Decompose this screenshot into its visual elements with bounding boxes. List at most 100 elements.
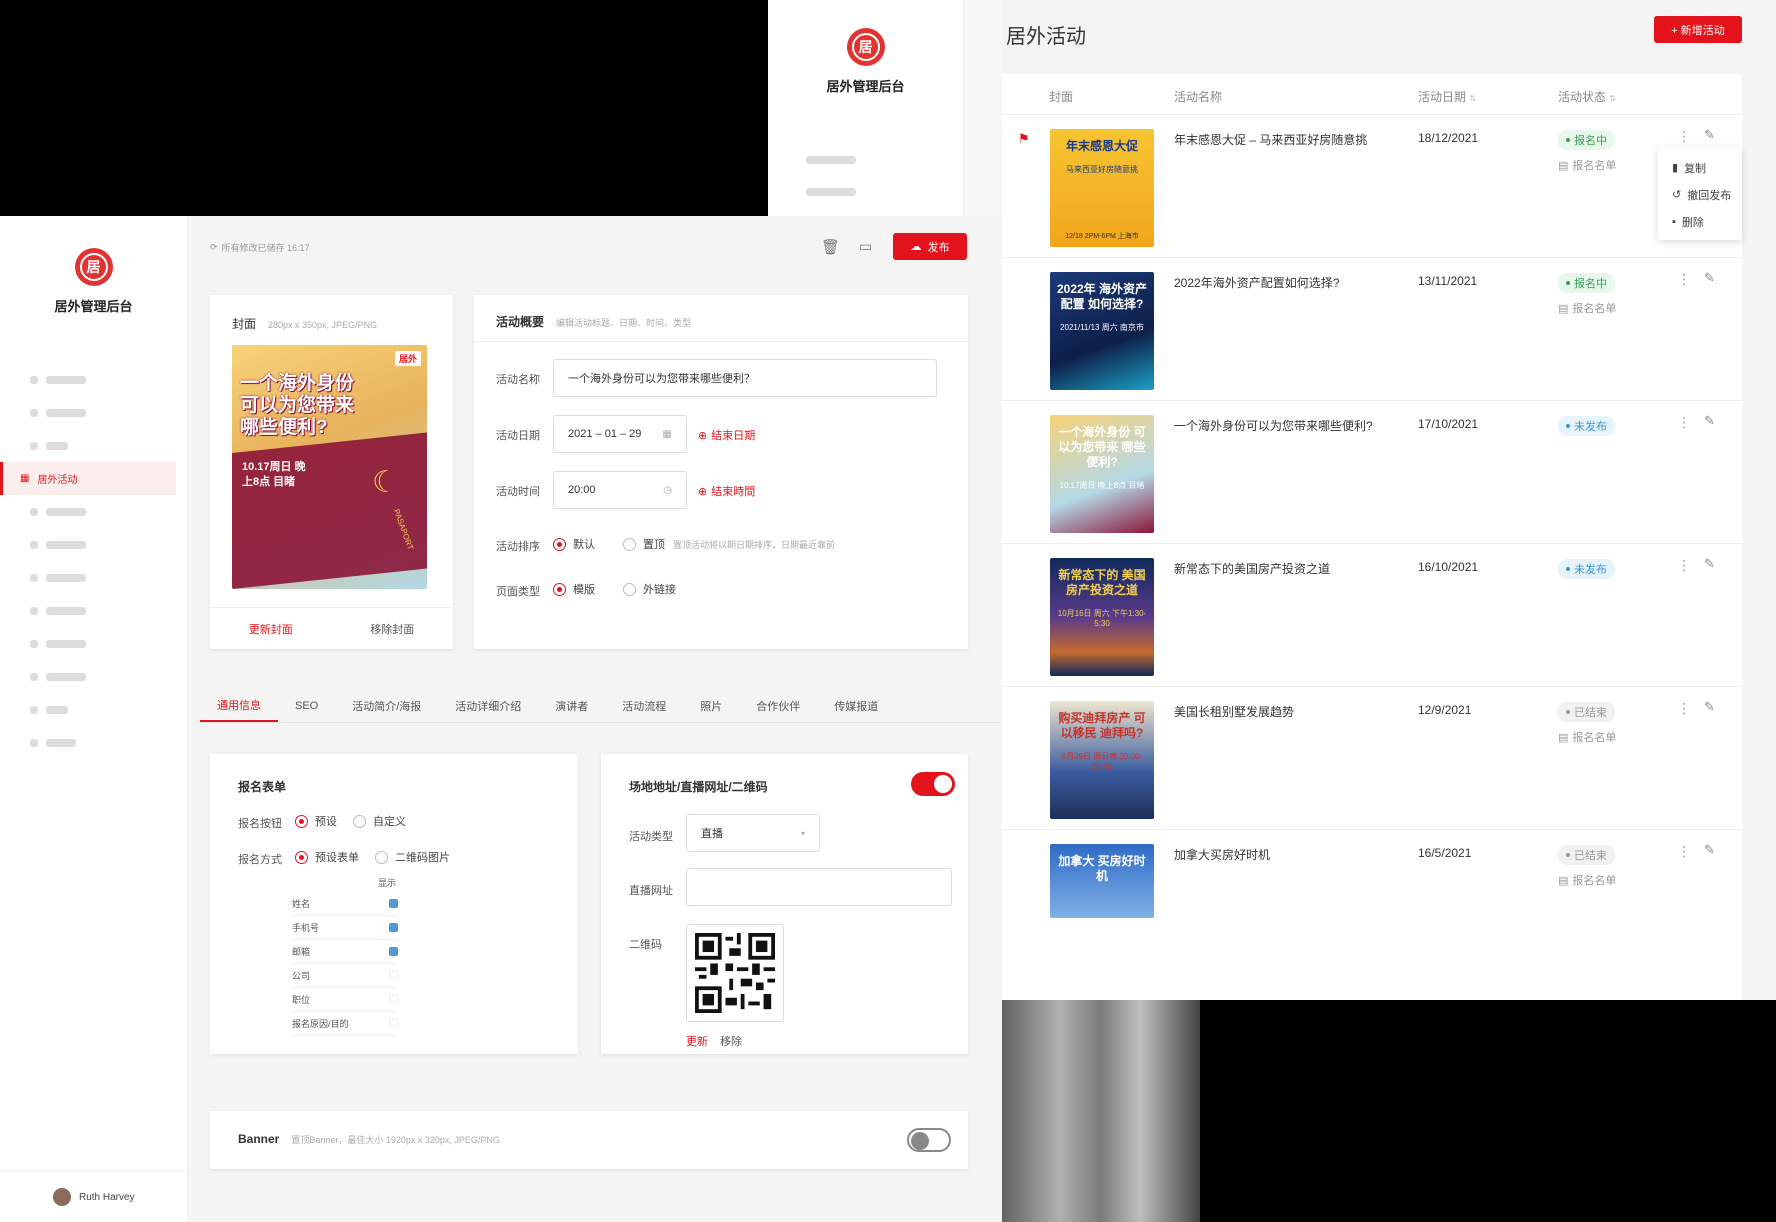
edit-pencil-icon[interactable]: ✎ <box>1704 270 1715 286</box>
field-display-checkbox[interactable] <box>389 899 398 908</box>
signup-method-radio-group: 预设表单 二维码图片 <box>295 849 450 865</box>
sidebar-item[interactable] <box>0 429 176 462</box>
menu-delete[interactable]: ▪ 删除 <box>1658 208 1742 235</box>
signup-list-link[interactable]: ▤ 报名名单 <box>1558 729 1616 745</box>
add-activity-button[interactable]: + 新增活动 <box>1654 16 1742 43</box>
row-cover-image[interactable]: 新常态下的 美国房产投资之道 10月16日 周六 下午1:30-5:30 <box>1050 558 1154 676</box>
col-status[interactable]: 活动状态 ⇅ <box>1558 88 1616 105</box>
sidebar-item[interactable] <box>0 693 176 726</box>
page-type-template-radio[interactable]: 模版 <box>553 581 595 597</box>
signup-form-title: 报名表单 <box>238 780 287 794</box>
table-row[interactable]: ⚑ 年末感恩大促 马来西亚好房随意挑 12/18 2PM-6PM 上海市 年末感… <box>1002 114 1742 257</box>
end-time-link[interactable]: ⊕ 结束時間 <box>698 483 755 499</box>
edit-pencil-icon[interactable]: ✎ <box>1704 127 1715 143</box>
qr-update-link[interactable]: 更新 <box>686 1033 708 1049</box>
row-cover-image[interactable]: 2022年 海外资产配置 如何选择? 2021/11/13 周六 南京市 <box>1050 272 1154 390</box>
sidebar-item[interactable] <box>0 627 176 660</box>
signup-list-link[interactable]: ▤ 报名名单 <box>1558 157 1616 173</box>
cover-image[interactable]: 居外 一个海外身份 可以为您带来 哪些便利? 10.17周日 晚上8点 目睹 ☾… <box>232 345 427 589</box>
row-activity-name[interactable]: 一个海外身份可以为您带来哪些便利? <box>1174 417 1373 434</box>
sidebar-item[interactable] <box>0 495 176 528</box>
back-logo[interactable]: 居 居外管理后台 <box>768 28 963 95</box>
sidebar-item[interactable] <box>0 726 176 759</box>
logo[interactable]: 居 居外管理后台 <box>0 248 187 315</box>
sidebar-item[interactable] <box>0 660 176 693</box>
row-cover-image[interactable]: 加拿大 买房好时机 <box>1050 844 1154 918</box>
menu-withdraw[interactable]: ↺ 撤回发布 <box>1658 181 1742 208</box>
edit-pencil-icon[interactable]: ✎ <box>1704 413 1715 429</box>
table-row[interactable]: 新常态下的 美国房产投资之道 10月16日 周六 下午1:30-5:30 新常态… <box>1002 543 1742 686</box>
sort-top-radio[interactable]: 置顶 <box>623 536 665 552</box>
more-options-icon[interactable]: ⋮ <box>1677 415 1691 429</box>
tab-2[interactable]: 活动简介/海报 <box>335 690 438 722</box>
tab-5[interactable]: 活动流程 <box>605 690 683 722</box>
table-row[interactable]: 加拿大 买房好时机 加拿大买房好时机 16/5/2021 已结束 ▤ 报名名单 ⋮… <box>1002 829 1742 972</box>
preview-desktop-icon[interactable]: ▭ <box>859 238 872 255</box>
signup-list-link[interactable]: ▤ 报名名单 <box>1558 300 1616 316</box>
update-cover-link[interactable]: 更新封面 <box>249 621 293 637</box>
edit-pencil-icon[interactable]: ✎ <box>1704 842 1715 858</box>
tab-7[interactable]: 合作伙伴 <box>739 690 817 722</box>
table-row[interactable]: 购买迪拜房产 可以移民 迪拜吗? 9月29日 周日晚 20:00-20:45 美… <box>1002 686 1742 829</box>
col-date[interactable]: 活动日期 ⇅ <box>1418 88 1476 105</box>
qr-remove-link[interactable]: 移除 <box>720 1033 742 1049</box>
table-row[interactable]: 一个海外身份 可以为您带来 哪些便利? 10.17周日 晚上8点 目睹 一个海外… <box>1002 400 1742 543</box>
button-custom-radio[interactable]: 自定义 <box>353 813 406 829</box>
row-activity-name[interactable]: 新常态下的美国房产投资之道 <box>1174 560 1330 577</box>
tab-0[interactable]: 通用信息 <box>200 690 278 722</box>
user-profile[interactable]: Ruth Harvey <box>0 1171 188 1222</box>
menu-copy[interactable]: ▮ 复制 <box>1658 154 1742 181</box>
signup-list-link[interactable]: ▤ 报名名单 <box>1558 872 1616 888</box>
tab-8[interactable]: 传媒报道 <box>817 690 895 722</box>
table-row[interactable]: 2022年 海外资产配置 如何选择? 2021/11/13 周六 南京市 202… <box>1002 257 1742 400</box>
method-qr-radio[interactable]: 二维码图片 <box>375 849 450 865</box>
date-input[interactable]: 2021 – 01 – 29 ▦ <box>553 415 687 453</box>
sidebar-item-activities[interactable]: ▦ 居外活动 <box>0 462 176 495</box>
more-options-icon[interactable]: ⋮ <box>1677 129 1691 143</box>
sidebar-item[interactable] <box>0 396 176 429</box>
row-activity-name[interactable]: 美国长租别墅发展趋势 <box>1174 703 1294 720</box>
field-display-checkbox[interactable] <box>389 947 398 956</box>
col-name[interactable]: 活动名称 <box>1174 88 1222 105</box>
row-activity-name[interactable]: 2022年海外资产配置如何选择? <box>1174 274 1339 291</box>
row-cover-image[interactable]: 购买迪拜房产 可以移民 迪拜吗? 9月29日 周日晚 20:00-20:45 <box>1050 701 1154 819</box>
edit-pencil-icon[interactable]: ✎ <box>1704 556 1715 572</box>
field-display-checkbox[interactable] <box>389 923 398 932</box>
sidebar-item[interactable] <box>0 561 176 594</box>
more-options-icon[interactable]: ⋮ <box>1677 844 1691 858</box>
sort-default-radio[interactable]: 默认 <box>553 536 595 552</box>
row-activity-name[interactable]: 加拿大买房好时机 <box>1174 846 1270 863</box>
sidebar-item[interactable] <box>0 363 176 396</box>
method-preset-radio[interactable]: 预设表单 <box>295 849 359 865</box>
tab-1[interactable]: SEO <box>278 690 335 722</box>
field-display-checkbox[interactable] <box>389 971 398 980</box>
qr-code-image[interactable] <box>686 924 784 1022</box>
field-display-checkbox[interactable] <box>389 995 398 1004</box>
sidebar-item[interactable] <box>0 594 176 627</box>
more-options-icon[interactable]: ⋮ <box>1677 558 1691 572</box>
more-options-icon[interactable]: ⋮ <box>1677 272 1691 286</box>
row-cover-image[interactable]: 年末感恩大促 马来西亚好房随意挑 12/18 2PM-6PM 上海市 <box>1050 129 1154 247</box>
trash-icon[interactable]: 🗑 <box>821 238 840 256</box>
page-type-link-radio[interactable]: 外链接 <box>623 581 676 597</box>
live-url-input[interactable] <box>686 868 952 906</box>
tab-4[interactable]: 演讲者 <box>538 690 605 722</box>
activity-type-select[interactable]: 直播 ▾ <box>686 814 820 852</box>
app-title: 居外管理后台 <box>826 79 905 94</box>
remove-cover-link[interactable]: 移除封面 <box>370 621 414 637</box>
publish-button[interactable]: ☁ 发布 <box>893 233 967 260</box>
button-preset-radio[interactable]: 预设 <box>295 813 337 829</box>
banner-toggle[interactable] <box>907 1128 951 1152</box>
venue-toggle[interactable] <box>911 772 955 796</box>
field-display-checkbox[interactable] <box>389 1019 398 1028</box>
more-options-icon[interactable]: ⋮ <box>1677 701 1691 715</box>
tab-3[interactable]: 活动详细介绍 <box>438 690 538 722</box>
tab-6[interactable]: 照片 <box>683 690 739 722</box>
activity-name-input[interactable]: 一个海外身份可以为您带来哪些便利？ <box>553 359 937 397</box>
time-input[interactable]: 20:00 ◷ <box>553 471 687 509</box>
end-date-link[interactable]: ⊕ 结束日期 <box>698 427 755 443</box>
sidebar-item[interactable] <box>0 528 176 561</box>
row-activity-name[interactable]: 年末感恩大促 – 马来西亚好房随意挑 <box>1174 131 1367 148</box>
row-cover-image[interactable]: 一个海外身份 可以为您带来 哪些便利? 10.17周日 晚上8点 目睹 <box>1050 415 1154 533</box>
edit-pencil-icon[interactable]: ✎ <box>1704 699 1715 715</box>
